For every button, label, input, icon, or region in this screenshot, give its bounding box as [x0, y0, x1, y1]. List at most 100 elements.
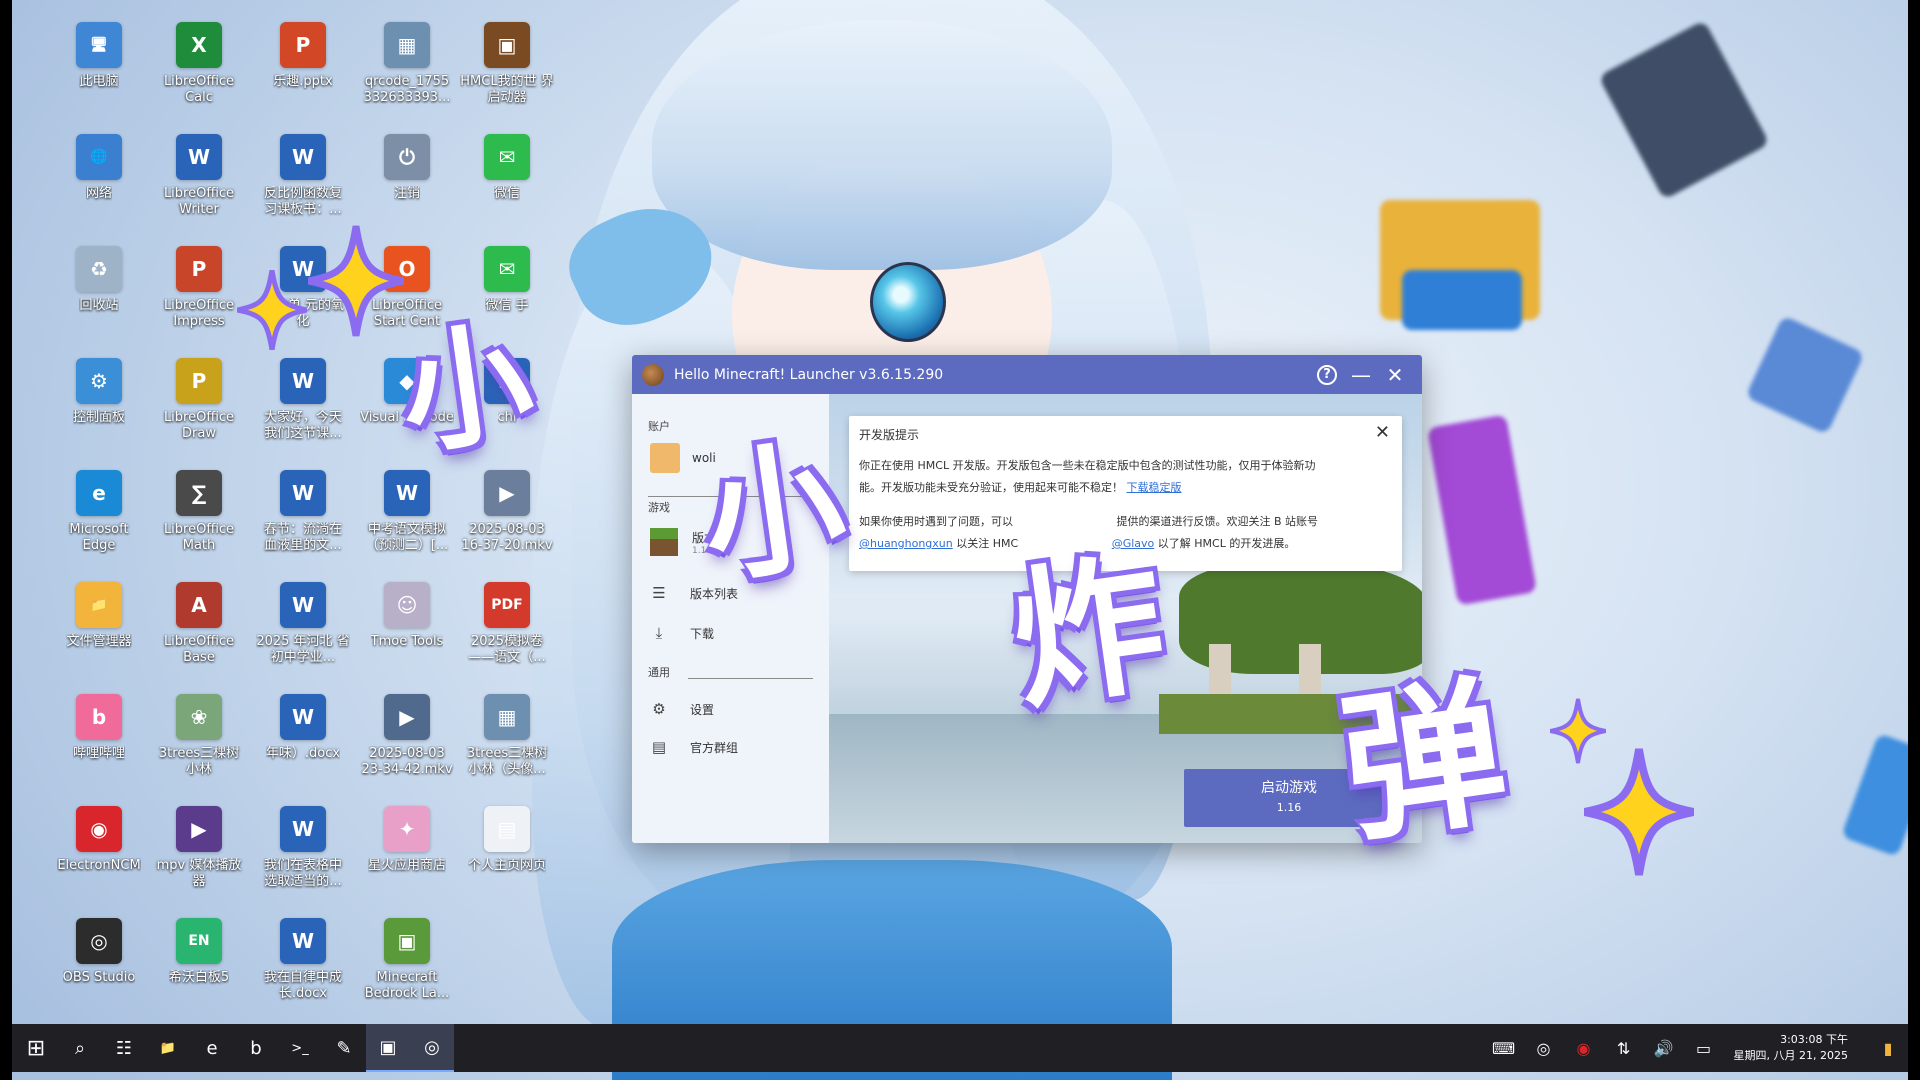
- desktop-icon-label: ElectronNCM: [57, 858, 141, 873]
- desktop-icon-label: LibreOffice Calc: [163, 74, 235, 105]
- hmcl-app-icon: [642, 363, 664, 386]
- desktop-icon[interactable]: ◎ OBS Studio: [52, 918, 146, 986]
- volume-icon[interactable]: 🔊: [1644, 1039, 1684, 1058]
- hmcl-taskbar-icon[interactable]: ▣: [366, 1024, 410, 1072]
- terminal-icon[interactable]: >_: [278, 1024, 322, 1072]
- desktop-icon-glyph: ▤: [484, 806, 530, 852]
- desktop-icon-glyph: PDF: [484, 582, 530, 628]
- desktop-icon-glyph: 🌐: [76, 134, 122, 180]
- desktop-icon-glyph: ▣: [484, 22, 530, 68]
- close-button[interactable]: ✕: [1378, 360, 1412, 390]
- show-desktop-icon[interactable]: ▮: [1868, 1039, 1908, 1058]
- settings-item[interactable]: ⚙ 设置: [632, 694, 714, 724]
- desktop-icon-label: 哔哩哔哩: [72, 746, 125, 761]
- desktop-icon[interactable]: ∑ LibreOffice Math: [152, 470, 246, 554]
- desktop-icon[interactable]: ⚙ 控制面板: [52, 358, 146, 426]
- desktop-icon-label: 回收站: [79, 298, 119, 313]
- huanghongxun-link[interactable]: @huanghongxun: [859, 537, 953, 550]
- help-icon: ?: [1317, 364, 1337, 385]
- file-explorer-icon[interactable]: 📁: [146, 1024, 190, 1072]
- desktop-icon-glyph: 🖥: [76, 22, 122, 68]
- keyboard-icon[interactable]: ⌨: [1484, 1039, 1524, 1058]
- desktop-icon[interactable]: ▦ 3trees三棵树 小林（头像...: [460, 694, 554, 778]
- help-button[interactable]: ?: [1310, 360, 1344, 390]
- desktop-icon-label: Tmoe Tools: [370, 634, 444, 649]
- desktop-icon-label: 3trees三棵树 小林: [158, 746, 240, 777]
- sparkle-icon: [237, 270, 307, 350]
- desktop-icon[interactable]: A LibreOffice Base: [152, 582, 246, 666]
- desktop-icon[interactable]: P LibreOffice Draw: [152, 358, 246, 442]
- desktop-icon[interactable]: ◉ ElectronNCM: [52, 806, 146, 874]
- desktop-icon[interactable]: ▣ Minecraft Bedrock La...: [360, 918, 454, 1002]
- desktop-icon[interactable]: ⏻ 注销: [360, 134, 454, 202]
- start-button[interactable]: ⊞: [14, 1024, 58, 1072]
- network-icon[interactable]: ⇅: [1604, 1039, 1644, 1058]
- download-stable-link[interactable]: 下载稳定版: [1127, 481, 1182, 494]
- desktop-icon-glyph: ∑: [176, 470, 222, 516]
- edge-icon[interactable]: e: [190, 1024, 234, 1072]
- desktop-icon-label: 2025-08-03 16-37-20.mkv: [461, 522, 553, 553]
- obs-tray-icon[interactable]: ◎: [1524, 1039, 1564, 1058]
- netease-tray-icon[interactable]: ◉: [1564, 1039, 1604, 1058]
- desktop-icon[interactable]: W 我们在表格中 选取适当的...: [256, 806, 350, 890]
- window-titlebar[interactable]: Hello Minecraft! Launcher v3.6.15.290 ? …: [632, 355, 1422, 394]
- overlay-caption-char: 小: [693, 422, 855, 604]
- desktop-icon-label: 希沃白板5: [168, 970, 230, 985]
- task-view-icon[interactable]: ☷: [102, 1024, 146, 1072]
- clock[interactable]: 3:03:08 下午 星期四, 八月 21, 2025: [1724, 1032, 1868, 1064]
- desktop-icon-label: LibreOffice Draw: [163, 410, 235, 441]
- grass-block-icon: [650, 528, 678, 556]
- desktop-icon[interactable]: W 我在自律中成 长.docx: [256, 918, 350, 1002]
- desktop-icon[interactable]: 📁 文件管理器: [52, 582, 146, 650]
- obs-taskbar-icon[interactable]: ◎: [410, 1024, 454, 1072]
- desktop-icon[interactable]: e Microsoft Edge: [52, 470, 146, 554]
- desktop-icon[interactable]: ▦ qrcode_1755 332633393...: [360, 22, 454, 106]
- desktop-icon[interactable]: ▶ 2025-08-03 16-37-20.mkv: [460, 470, 554, 554]
- desktop-icon[interactable]: W 反比例函数复 习课板书：...: [256, 134, 350, 218]
- desktop-icon[interactable]: 🖥 此电脑: [52, 22, 146, 90]
- desktop-icon[interactable]: EN 希沃白板5: [152, 918, 246, 986]
- desktop-icon[interactable]: ✦ 星火应用商店: [360, 806, 454, 874]
- desktop-icon[interactable]: b 哔哩哔哩: [52, 694, 146, 762]
- desktop-icon[interactable]: ▶ mpv 媒体播放 器: [152, 806, 246, 890]
- search-icon[interactable]: ⌕: [58, 1024, 102, 1072]
- desktop-icon-label: 此电脑: [79, 74, 119, 89]
- desktop-icon-glyph: ✉: [484, 134, 530, 180]
- desktop-icon[interactable]: W 2025 年河北 省初中学业...: [256, 582, 350, 666]
- desktop-icon[interactable]: ▤ 个人主页网页: [460, 806, 554, 874]
- desktop-icon[interactable]: ☺ Tmoe Tools: [360, 582, 454, 650]
- desktop-icon-glyph: W: [176, 134, 222, 180]
- desktop-icon-glyph: W: [280, 918, 326, 964]
- desktop-icon-label: 我们在表格中 选取适当的...: [263, 858, 342, 889]
- desktop-icon[interactable]: W 年味）.docx: [256, 694, 350, 762]
- desktop-icon[interactable]: W 中考语文模拟 （预测二）[...: [360, 470, 454, 554]
- desktop-icon[interactable]: ▣ HMCL我的世 界启动器: [460, 22, 554, 106]
- desktop-icon[interactable]: W 大家好，今天 我们这节课...: [256, 358, 350, 442]
- desktop-icon[interactable]: 🌐 网络: [52, 134, 146, 202]
- desktop-icon[interactable]: PDF 2025模拟卷 ——语文（...: [460, 582, 554, 666]
- desktop-icon[interactable]: P 乐趣.pptx: [256, 22, 350, 90]
- desktop-icon-label: LibreOffice Math: [163, 522, 235, 553]
- desktop-icon[interactable]: ❀ 3trees三棵树 小林: [152, 694, 246, 778]
- desktop-icon-label: qrcode_1755 332633393...: [363, 74, 451, 105]
- desktop-icon-label: LibreOffice Impress: [163, 298, 235, 329]
- official-group-item[interactable]: ▤ 官方群组: [632, 732, 738, 762]
- notes-icon[interactable]: ✎: [322, 1024, 366, 1072]
- desktop-icon[interactable]: X LibreOffice Calc: [152, 22, 246, 106]
- desktop-icon-glyph: W: [280, 694, 326, 740]
- download-item[interactable]: ⤓ 下载: [632, 618, 714, 648]
- desktop-icon[interactable]: P LibreOffice Impress: [152, 246, 246, 330]
- desktop-icon-glyph: ▶: [484, 470, 530, 516]
- bilibili-icon[interactable]: b: [234, 1024, 278, 1072]
- general-section-label: 通用: [648, 666, 670, 679]
- notice-close-button[interactable]: ✕: [1375, 422, 1390, 443]
- desktop-icon[interactable]: ♻ 回收站: [52, 246, 146, 314]
- desktop-icon-label: 乐趣.pptx: [273, 74, 333, 89]
- desktop-icon[interactable]: ✉ 微信: [460, 134, 554, 202]
- notification-icon[interactable]: ▭: [1684, 1039, 1724, 1058]
- minimize-button[interactable]: —: [1344, 360, 1378, 390]
- desktop-icon[interactable]: ▶ 2025-08-03 23-34-42.mkv: [360, 694, 454, 778]
- desktop-icon-label: OBS Studio: [62, 970, 136, 985]
- desktop-icon[interactable]: W LibreOffice Writer: [152, 134, 246, 218]
- desktop-icon[interactable]: W 春节：流淌在 血液里的文...: [256, 470, 350, 554]
